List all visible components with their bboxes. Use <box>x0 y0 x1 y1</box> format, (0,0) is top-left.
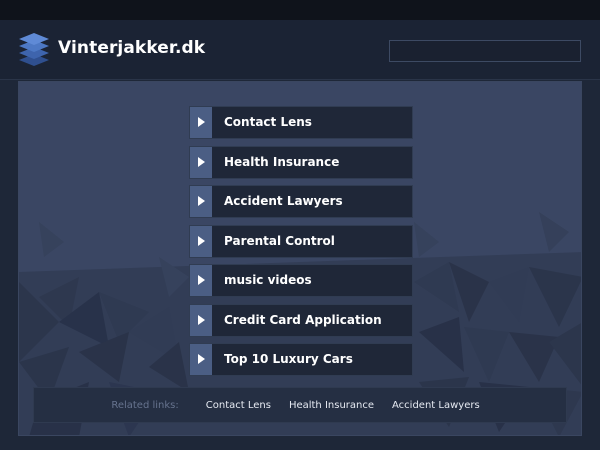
play-arrow-icon <box>190 186 212 217</box>
list-item[interactable]: Accident Lawyers <box>189 185 413 218</box>
link-label[interactable]: Credit Card Application <box>224 313 382 327</box>
list-item[interactable]: Top 10 Luxury Cars <box>189 343 413 376</box>
related-links-bar: Related links: Contact Lens Health Insur… <box>33 387 567 423</box>
search-input[interactable] <box>389 40 581 62</box>
related-link[interactable]: Health Insurance <box>289 400 374 411</box>
list-item[interactable]: Contact Lens <box>189 106 413 139</box>
related-links-heading: Related links: <box>111 399 179 411</box>
link-label[interactable]: Health Insurance <box>224 155 339 169</box>
top-strip <box>0 0 600 20</box>
list-item[interactable]: music videos <box>189 264 413 297</box>
link-label[interactable]: Accident Lawyers <box>224 194 343 208</box>
related-link[interactable]: Accident Lawyers <box>392 400 480 411</box>
related-link[interactable]: Contact Lens <box>206 400 271 411</box>
main-panel: Contact Lens Health Insurance Accident L… <box>18 81 582 436</box>
play-arrow-icon <box>190 304 212 336</box>
link-label[interactable]: Parental Control <box>224 234 335 248</box>
play-arrow-icon <box>190 225 212 257</box>
related-links-row: Related links: Contact Lens Health Insur… <box>34 388 566 422</box>
link-list: Contact Lens Health Insurance Accident L… <box>189 106 413 383</box>
play-arrow-icon <box>190 146 212 178</box>
play-arrow-icon <box>190 107 212 138</box>
site-title[interactable]: Vinterjakker.dk <box>58 38 205 58</box>
list-item[interactable]: Credit Card Application <box>189 303 413 337</box>
stacked-layers-icon <box>19 33 49 66</box>
site-header: Vinterjakker.dk <box>0 20 600 80</box>
link-label[interactable]: Contact Lens <box>224 115 312 129</box>
play-arrow-icon <box>190 344 212 375</box>
play-arrow-icon <box>190 265 212 296</box>
list-item[interactable]: Parental Control <box>189 224 413 258</box>
link-label[interactable]: music videos <box>224 273 312 287</box>
link-label[interactable]: Top 10 Luxury Cars <box>224 352 353 366</box>
list-item[interactable]: Health Insurance <box>189 145 413 179</box>
